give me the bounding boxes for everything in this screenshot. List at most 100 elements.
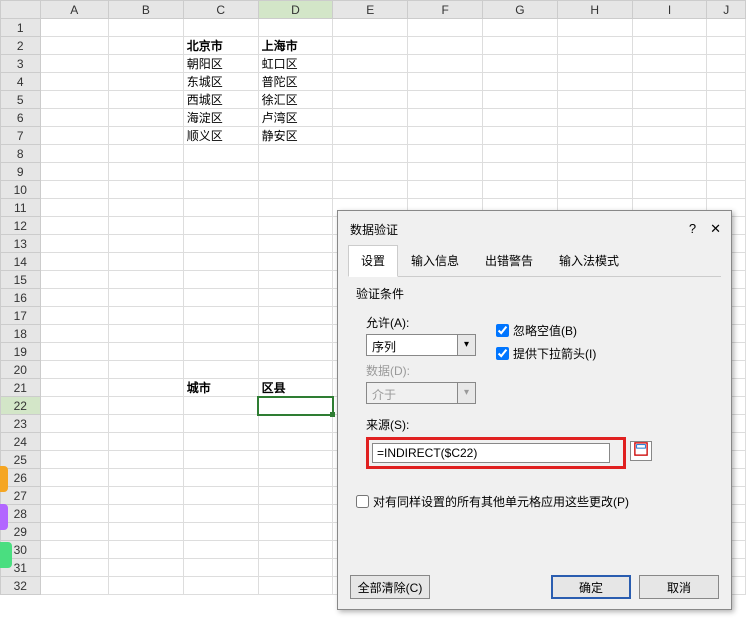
cell-H2[interactable]: [557, 37, 632, 55]
sheet-tab-marker-orange[interactable]: [0, 466, 8, 492]
cell-B13[interactable]: [108, 235, 183, 253]
tab-error-alert[interactable]: 出错警告: [472, 245, 546, 276]
col-E[interactable]: E: [333, 1, 408, 19]
cell-D26[interactable]: [258, 469, 333, 487]
help-button[interactable]: ?: [689, 221, 696, 237]
allow-select[interactable]: 序列 ▾: [366, 334, 476, 356]
cell-G5[interactable]: [483, 91, 558, 109]
cell-D18[interactable]: [258, 325, 333, 343]
cell-D5[interactable]: 徐汇区: [258, 91, 333, 109]
cell-H1[interactable]: [557, 19, 632, 37]
cell-B8[interactable]: [108, 145, 183, 163]
row-32[interactable]: 32: [1, 577, 41, 595]
row-6[interactable]: 6: [1, 109, 41, 127]
col-F[interactable]: F: [408, 1, 483, 19]
row-14[interactable]: 14: [1, 253, 41, 271]
fill-handle[interactable]: [330, 412, 335, 417]
cell-J3[interactable]: [707, 55, 746, 73]
cell-I4[interactable]: [632, 73, 707, 91]
row-4[interactable]: 4: [1, 73, 41, 91]
cell-A1[interactable]: [40, 19, 108, 37]
cell-C27[interactable]: [183, 487, 258, 505]
cell-G10[interactable]: [483, 181, 558, 199]
cell-D32[interactable]: [258, 577, 333, 595]
cell-H3[interactable]: [557, 55, 632, 73]
row-22[interactable]: 22: [1, 397, 41, 415]
cell-A6[interactable]: [40, 109, 108, 127]
row-12[interactable]: 12: [1, 217, 41, 235]
cell-B11[interactable]: [108, 199, 183, 217]
row-25[interactable]: 25: [1, 451, 41, 469]
cell-F10[interactable]: [408, 181, 483, 199]
cell-I2[interactable]: [632, 37, 707, 55]
cell-G4[interactable]: [483, 73, 558, 91]
cell-D13[interactable]: [258, 235, 333, 253]
cell-D28[interactable]: [258, 505, 333, 523]
cell-A28[interactable]: [40, 505, 108, 523]
row-2[interactable]: 2: [1, 37, 41, 55]
cell-B21[interactable]: [108, 379, 183, 397]
cell-D1[interactable]: [258, 19, 333, 37]
sheet-tab-marker-purple[interactable]: [0, 504, 8, 530]
cell-C14[interactable]: [183, 253, 258, 271]
row-20[interactable]: 20: [1, 361, 41, 379]
cell-D25[interactable]: [258, 451, 333, 469]
cell-C7[interactable]: 顺义区: [183, 127, 258, 145]
cell-C20[interactable]: [183, 361, 258, 379]
apply-all-checkbox[interactable]: 对有同样设置的所有其他单元格应用这些更改(P): [356, 493, 713, 510]
cell-B5[interactable]: [108, 91, 183, 109]
cell-C12[interactable]: [183, 217, 258, 235]
cell-C31[interactable]: [183, 559, 258, 577]
row-7[interactable]: 7: [1, 127, 41, 145]
col-B[interactable]: B: [108, 1, 183, 19]
cell-D31[interactable]: [258, 559, 333, 577]
range-picker-button[interactable]: [630, 441, 652, 461]
cell-A20[interactable]: [40, 361, 108, 379]
cell-J5[interactable]: [707, 91, 746, 109]
cell-A29[interactable]: [40, 523, 108, 541]
ignore-blank-checkbox[interactable]: 忽略空值(B): [496, 322, 596, 339]
cell-A8[interactable]: [40, 145, 108, 163]
cell-C24[interactable]: [183, 433, 258, 451]
cell-C5[interactable]: 西城区: [183, 91, 258, 109]
cell-E3[interactable]: [333, 55, 408, 73]
cell-D16[interactable]: [258, 289, 333, 307]
cell-H4[interactable]: [557, 73, 632, 91]
cell-H5[interactable]: [557, 91, 632, 109]
cell-I1[interactable]: [632, 19, 707, 37]
cell-C19[interactable]: [183, 343, 258, 361]
cell-F2[interactable]: [408, 37, 483, 55]
cell-C25[interactable]: [183, 451, 258, 469]
cell-B4[interactable]: [108, 73, 183, 91]
cell-B27[interactable]: [108, 487, 183, 505]
cell-D20[interactable]: [258, 361, 333, 379]
cell-I8[interactable]: [632, 145, 707, 163]
cell-F1[interactable]: [408, 19, 483, 37]
cell-D7[interactable]: 静安区: [258, 127, 333, 145]
cell-A25[interactable]: [40, 451, 108, 469]
cell-F5[interactable]: [408, 91, 483, 109]
cell-A24[interactable]: [40, 433, 108, 451]
cell-C4[interactable]: 东城区: [183, 73, 258, 91]
col-J[interactable]: J: [707, 1, 746, 19]
cell-H8[interactable]: [557, 145, 632, 163]
row-21[interactable]: 21: [1, 379, 41, 397]
row-17[interactable]: 17: [1, 307, 41, 325]
cell-A7[interactable]: [40, 127, 108, 145]
cell-B28[interactable]: [108, 505, 183, 523]
col-C[interactable]: C: [183, 1, 258, 19]
cell-G9[interactable]: [483, 163, 558, 181]
row-3[interactable]: 3: [1, 55, 41, 73]
cell-A3[interactable]: [40, 55, 108, 73]
cell-F4[interactable]: [408, 73, 483, 91]
cell-C32[interactable]: [183, 577, 258, 595]
cell-D19[interactable]: [258, 343, 333, 361]
cell-D14[interactable]: [258, 253, 333, 271]
row-1[interactable]: 1: [1, 19, 41, 37]
cell-C17[interactable]: [183, 307, 258, 325]
cell-D22[interactable]: [258, 397, 333, 415]
cell-A30[interactable]: [40, 541, 108, 559]
cell-C22[interactable]: [183, 397, 258, 415]
cell-A26[interactable]: [40, 469, 108, 487]
cell-A9[interactable]: [40, 163, 108, 181]
